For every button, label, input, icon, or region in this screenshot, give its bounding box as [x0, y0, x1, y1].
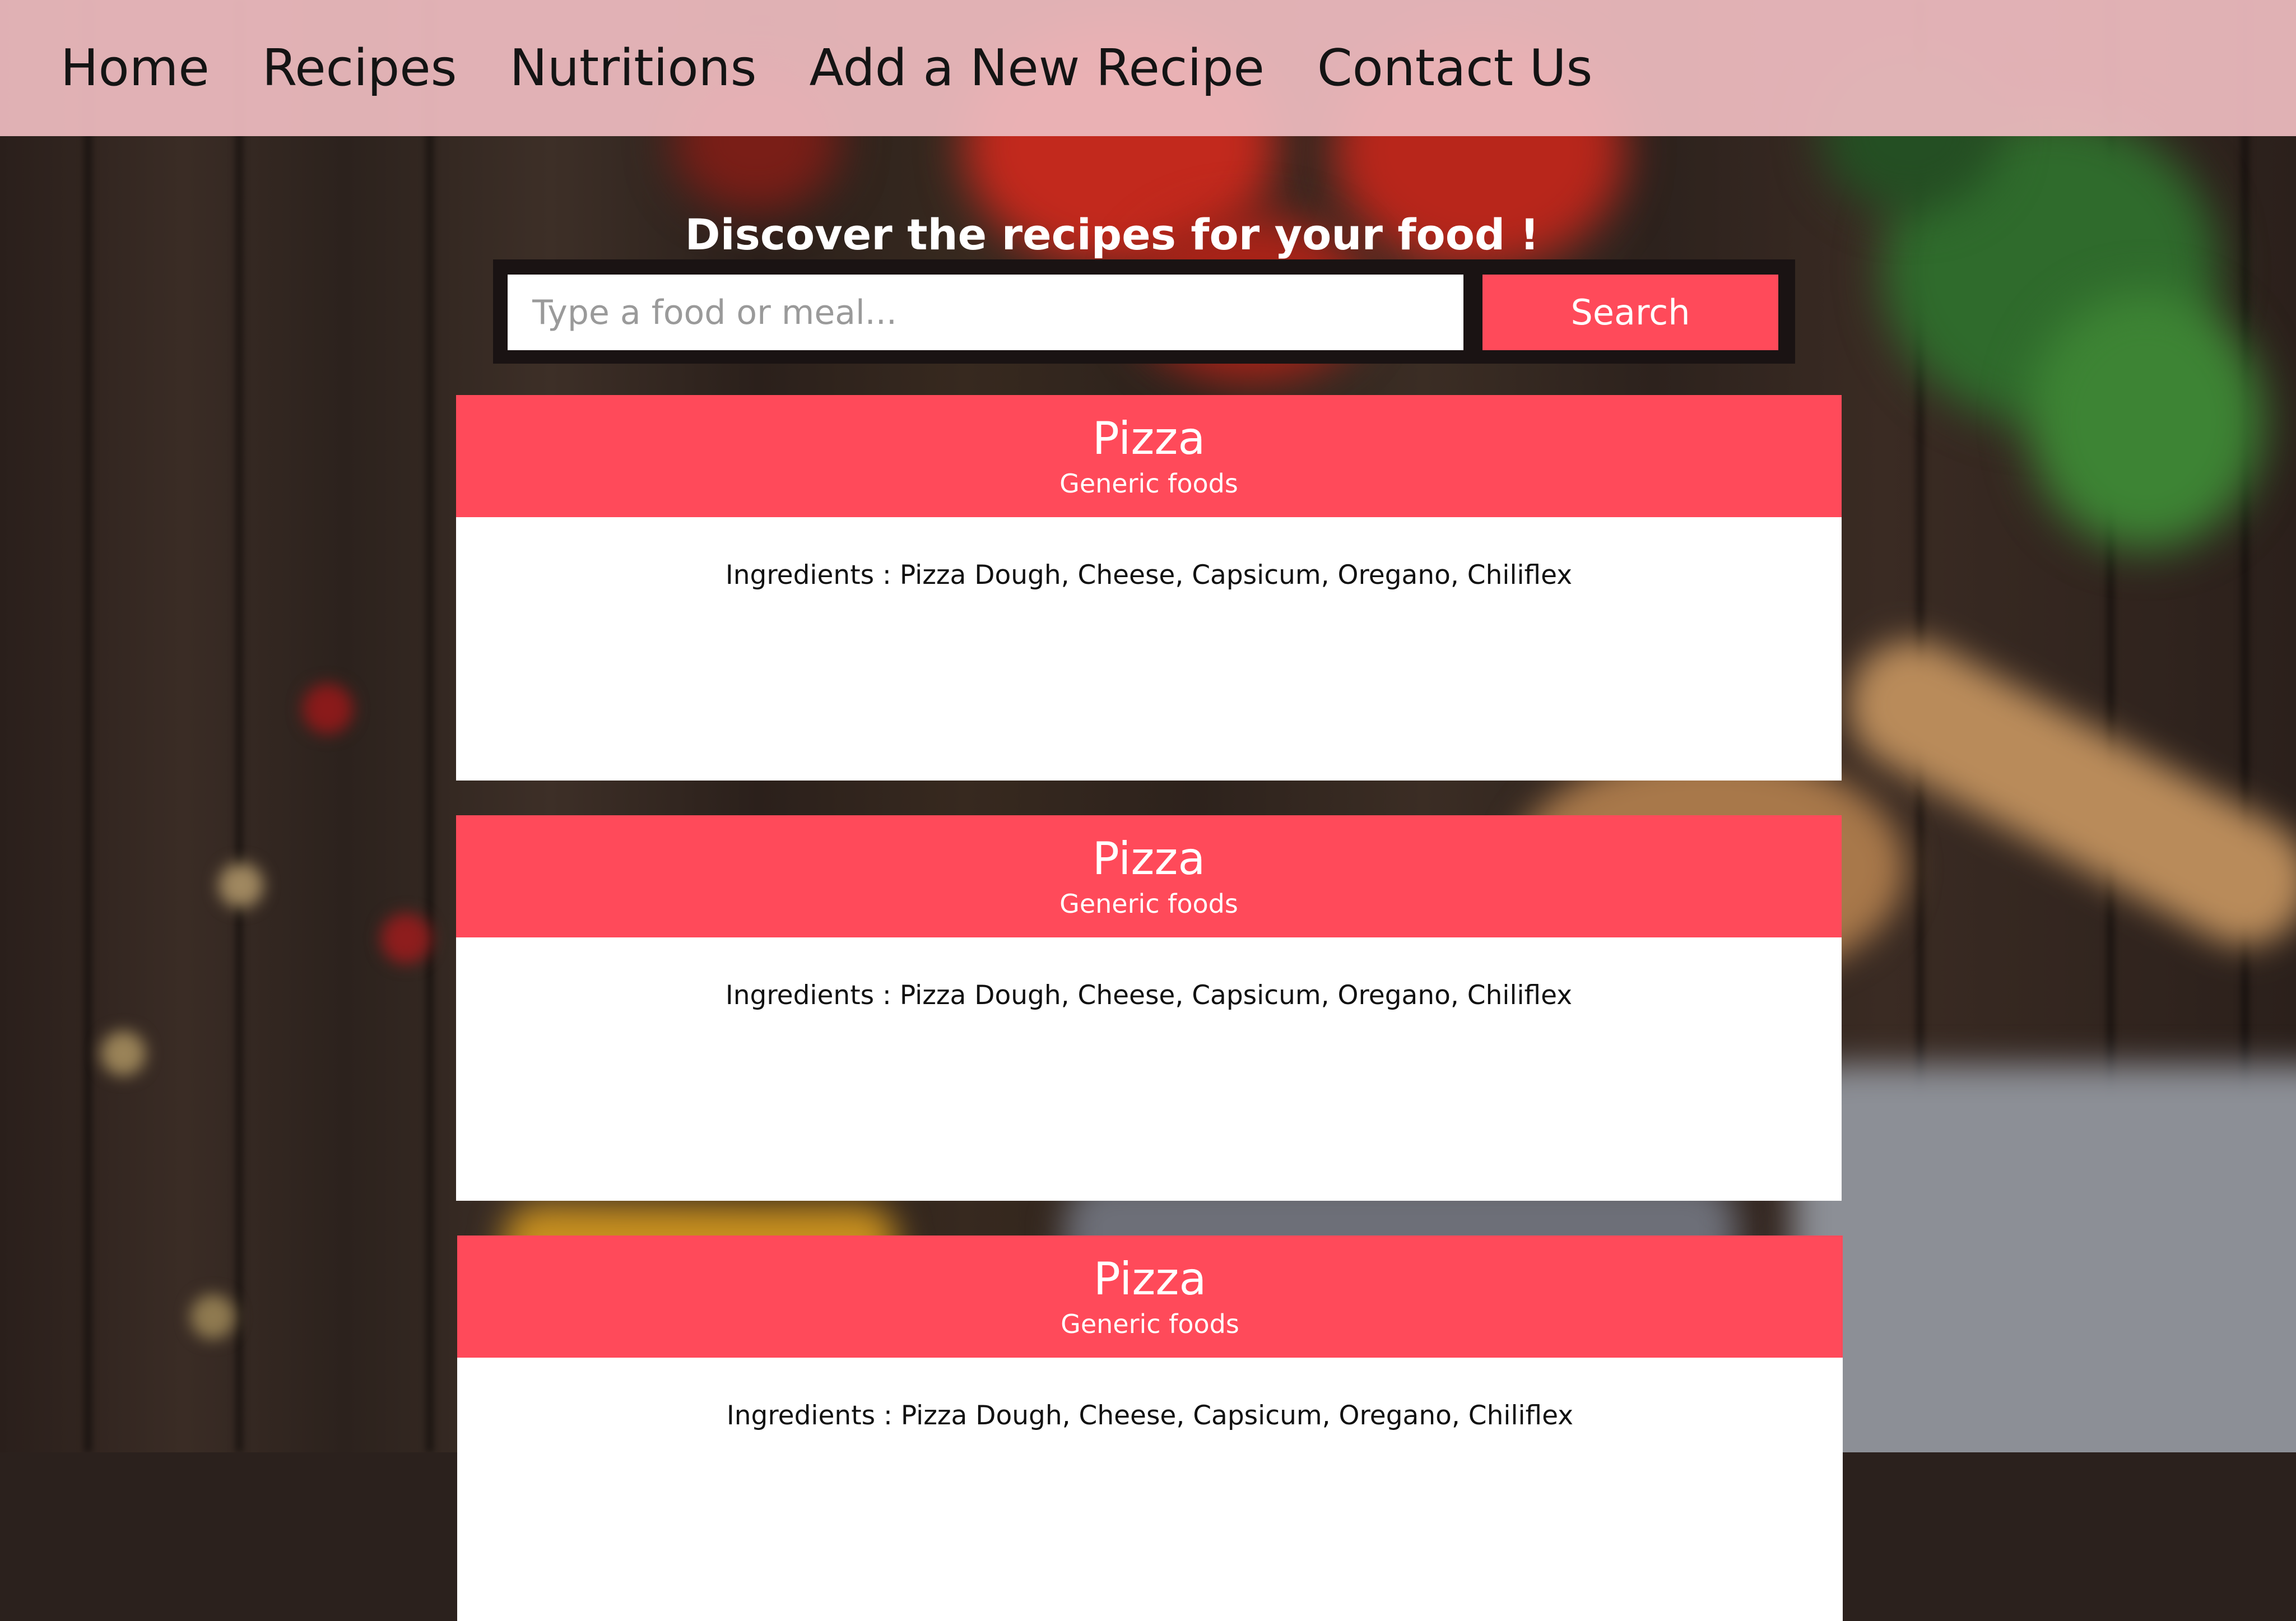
- nav-home[interactable]: Home: [61, 43, 210, 94]
- recipe-card-header: Pizza Generic foods: [457, 1236, 1843, 1358]
- recipe-category: Generic foods: [1059, 889, 1238, 919]
- page-headline: Discover the recipes for your food !: [685, 209, 1540, 259]
- top-navbar: Home Recipes Nutritions Add a New Recipe…: [0, 0, 2296, 136]
- search-input[interactable]: [508, 275, 1463, 350]
- recipe-ingredients: Ingredients : Pizza Dough, Cheese, Capsi…: [725, 560, 1573, 591]
- recipe-category: Generic foods: [1061, 1309, 1239, 1339]
- recipe-ingredients: Ingredients : Pizza Dough, Cheese, Capsi…: [726, 1400, 1574, 1431]
- recipe-title: Pizza: [1093, 1253, 1207, 1305]
- recipe-card[interactable]: Pizza Generic foods Ingredients : Pizza …: [456, 815, 1842, 1201]
- search-button[interactable]: Search: [1482, 275, 1778, 350]
- recipe-card[interactable]: Pizza Generic foods Ingredients : Pizza …: [457, 1236, 1843, 1621]
- recipe-category: Generic foods: [1059, 468, 1238, 499]
- recipe-ingredients: Ingredients : Pizza Dough, Cheese, Capsi…: [725, 980, 1573, 1011]
- nav-nutritions[interactable]: Nutritions: [510, 43, 757, 94]
- recipe-card[interactable]: Pizza Generic foods Ingredients : Pizza …: [456, 395, 1842, 781]
- nav-recipes[interactable]: Recipes: [262, 43, 457, 94]
- recipe-title: Pizza: [1092, 412, 1206, 465]
- nav-add-new-recipe[interactable]: Add a New Recipe: [809, 43, 1264, 94]
- recipe-card-body: Ingredients : Pizza Dough, Cheese, Capsi…: [457, 1358, 1843, 1621]
- recipe-card-header: Pizza Generic foods: [456, 395, 1842, 517]
- nav-contact-us[interactable]: Contact Us: [1317, 43, 1593, 94]
- recipe-title: Pizza: [1092, 833, 1206, 885]
- recipe-card-header: Pizza Generic foods: [456, 815, 1842, 937]
- recipe-card-body: Ingredients : Pizza Dough, Cheese, Capsi…: [456, 517, 1842, 781]
- recipe-card-body: Ingredients : Pizza Dough, Cheese, Capsi…: [456, 937, 1842, 1201]
